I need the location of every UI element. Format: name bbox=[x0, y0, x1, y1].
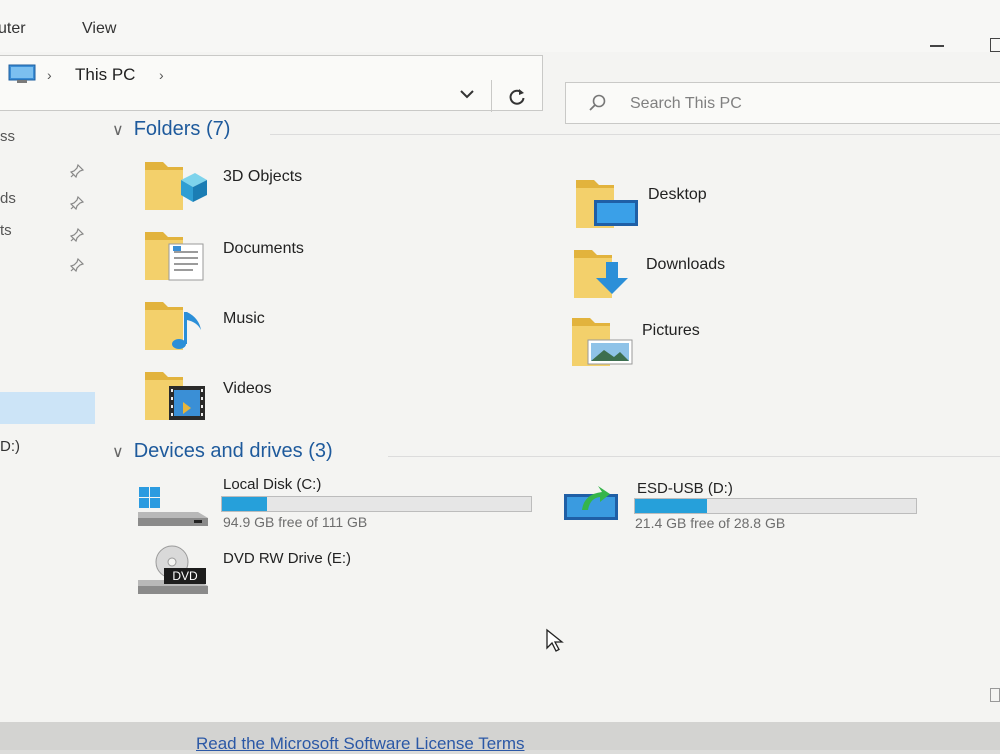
drive-name: ESD-USB (D:) bbox=[637, 480, 733, 497]
downloads-folder-icon bbox=[574, 250, 628, 298]
minimize-button[interactable] bbox=[930, 45, 944, 47]
maximize-button[interactable] bbox=[990, 38, 1000, 52]
address-bar[interactable]: › This PC › bbox=[0, 55, 543, 112]
folder-label: Videos bbox=[223, 380, 272, 397]
drive-usage-bar bbox=[634, 498, 917, 514]
local-disk-icon bbox=[138, 487, 208, 526]
music-folder-icon bbox=[145, 302, 201, 350]
section-divider bbox=[388, 456, 1000, 457]
nav-item-drive-d[interactable]: D:) bbox=[0, 438, 20, 455]
tab-computer[interactable]: uter bbox=[0, 20, 26, 38]
ribbon-tabs: uter View bbox=[0, 0, 1000, 52]
folder-label: Downloads bbox=[646, 256, 726, 273]
documents-folder-icon bbox=[145, 232, 204, 281]
drive-usage-bar bbox=[221, 496, 532, 512]
nav-item-documents[interactable]: ts bbox=[0, 222, 12, 239]
nav-item-downloads[interactable]: ds bbox=[0, 190, 16, 207]
search-box[interactable]: Search This PC bbox=[565, 82, 1000, 124]
folders-section-header[interactable]: ∨ Folders (7) bbox=[112, 118, 230, 141]
chevron-down-icon[interactable]: ∨ bbox=[112, 120, 124, 140]
pin-icon[interactable] bbox=[70, 196, 84, 210]
chevron-down-icon[interactable]: ∨ bbox=[112, 442, 124, 462]
tab-view[interactable]: View bbox=[82, 20, 116, 38]
folder-label: Desktop bbox=[648, 186, 707, 203]
folder-label: Pictures bbox=[642, 322, 700, 339]
pictures-folder-icon bbox=[572, 318, 633, 366]
section-divider bbox=[270, 134, 1000, 135]
drive-free-space: 21.4 GB free of 28.8 GB bbox=[635, 515, 786, 531]
this-pc-icon bbox=[8, 64, 36, 83]
usb-drive-icon bbox=[564, 486, 618, 520]
folder-label: Documents bbox=[223, 240, 304, 257]
search-icon bbox=[589, 94, 606, 111]
devices-section-title: Devices and drives (3) bbox=[133, 440, 333, 462]
license-terms-link[interactable]: Read the Microsoft Software License Term… bbox=[196, 734, 525, 754]
breadcrumb-chevron[interactable]: › bbox=[159, 67, 164, 83]
folders-section-title: Folders (7) bbox=[133, 118, 231, 140]
drive-usage-fill bbox=[635, 499, 708, 513]
videos-folder-icon bbox=[145, 372, 205, 420]
refresh-button[interactable] bbox=[491, 80, 542, 112]
status-bar bbox=[0, 680, 1000, 722]
search-input[interactable]: Search This PC bbox=[630, 95, 742, 113]
dvd-drive-icon: DVD bbox=[138, 545, 208, 594]
chevron-down-icon[interactable] bbox=[457, 86, 477, 102]
folder-label: 3D Objects bbox=[223, 168, 303, 185]
desktop-folder-icon bbox=[576, 180, 638, 228]
mouse-cursor-icon bbox=[546, 628, 564, 652]
nav-item-quick-access[interactable]: ss bbox=[0, 128, 15, 145]
pin-icon[interactable] bbox=[70, 228, 84, 242]
file-explorer-window: uter View › This PC › Search This PC ss … bbox=[0, 0, 1000, 722]
folder-label: Music bbox=[223, 310, 265, 327]
dvd-badge: DVD bbox=[172, 569, 198, 583]
breadcrumb-separator[interactable]: › bbox=[47, 67, 52, 83]
view-toggle-icon[interactable] bbox=[990, 688, 1000, 702]
breadcrumb-this-pc[interactable]: This PC bbox=[75, 65, 135, 85]
drive-free-space: 94.9 GB free of 111 GB bbox=[223, 514, 368, 530]
navigation-pane: ss ds ts D:) bbox=[0, 112, 100, 722]
drive-usage-fill bbox=[222, 497, 267, 511]
nav-item-this-pc[interactable] bbox=[0, 392, 95, 424]
drive-name: Local Disk (C:) bbox=[223, 476, 322, 493]
refresh-icon bbox=[509, 89, 525, 105]
pin-icon[interactable] bbox=[70, 258, 84, 272]
drive-name: DVD RW Drive (E:) bbox=[223, 550, 352, 567]
3d-objects-folder-icon bbox=[145, 162, 207, 210]
pin-icon[interactable] bbox=[70, 164, 84, 178]
background-window: Read the Microsoft Software License Term… bbox=[0, 722, 1000, 753]
devices-section-header[interactable]: ∨ Devices and drives (3) bbox=[112, 440, 333, 463]
